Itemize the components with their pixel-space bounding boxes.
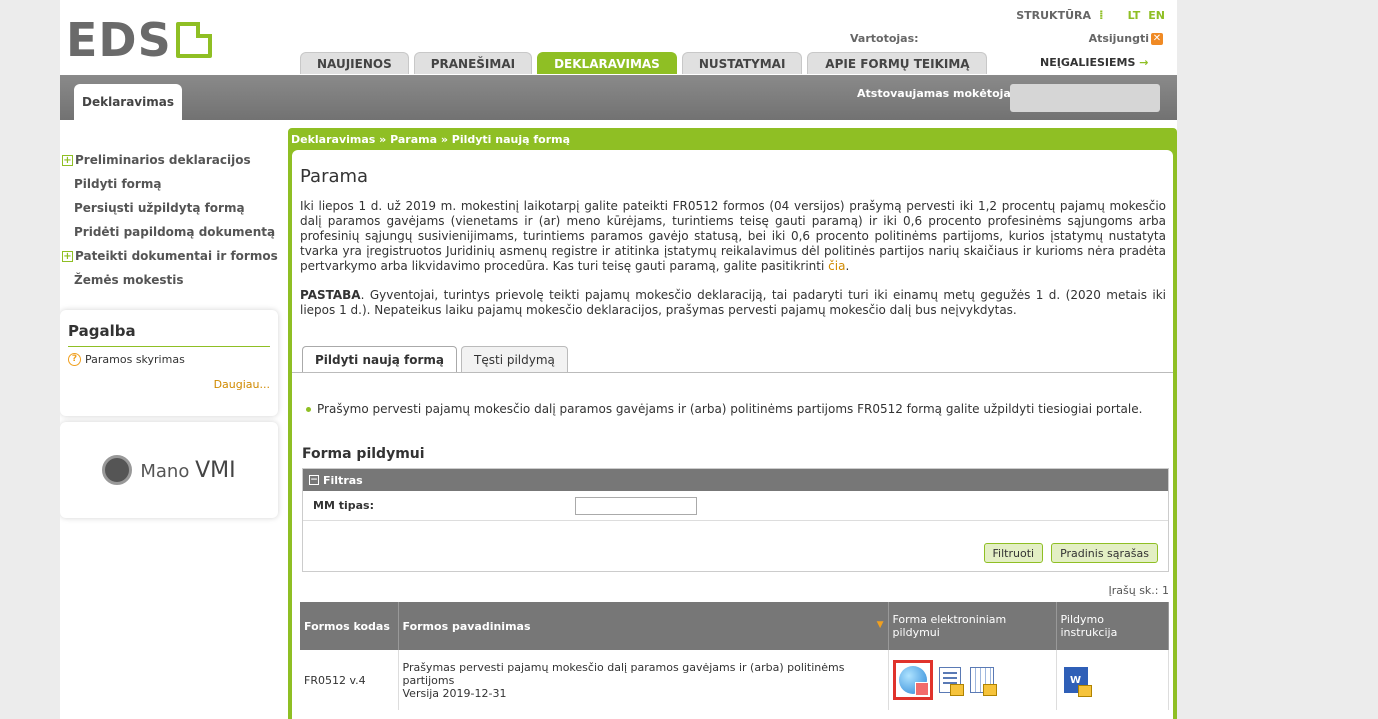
sort-down-icon[interactable]: ▼ (877, 620, 884, 630)
check-link[interactable]: čia (828, 259, 845, 273)
forms-table: Formos kodas Formos pavadinimas ▼ Forma … (300, 602, 1169, 710)
tab-pildyti-nauja-forma[interactable]: Pildyti naują formą (302, 346, 458, 373)
page: EDS STRUKTŪRA ⁞ LT EN Vartotojas: Atsiju… (60, 0, 1177, 719)
tab-divider (292, 372, 1173, 373)
tab-testi-pildyma[interactable]: Tęsti pildymą (461, 346, 568, 372)
eds-logo[interactable]: EDS (66, 13, 212, 67)
sidebar-item-persiusti[interactable]: Persiųsti užpildytą formą (60, 196, 282, 220)
sidebar-menu: + Preliminarios deklaracijos Pildyti for… (60, 148, 282, 292)
accessibility-link[interactable]: NEĮGALIESIEMS → (1040, 56, 1148, 69)
filter-row-mm: MM tipas: (303, 491, 1168, 521)
note-label: PASTABA (300, 288, 361, 302)
sidebar-item-label: Preliminarios deklaracijos (75, 153, 251, 167)
bullet-dot-icon (306, 406, 311, 412)
top-links: STRUKTŪRA ⁞ LT EN (1016, 8, 1165, 22)
note-paragraph: PASTABA. Gyventojai, turintys prievolę t… (300, 288, 1166, 318)
tab-apie-formu-teikima[interactable]: APIE FORMŲ TEIKIMĄ (807, 52, 988, 74)
structure-link[interactable]: STRUKTŪRA (1016, 9, 1091, 22)
filter-buttons: Filtruoti Pradinis sąrašas (983, 543, 1158, 563)
question-icon: ? (68, 353, 81, 366)
logout-label: Atsijungti (1088, 32, 1149, 45)
sidebar-item-prideti[interactable]: Pridėti papildomą dokumentą (60, 220, 282, 244)
structure-icon[interactable]: ⁞ (1099, 8, 1104, 22)
help-link-paramos-skyrimas[interactable]: ? Paramos skyrimas (68, 353, 270, 366)
content-area: Parama Iki liepos 1 d. už 2019 m. mokest… (292, 150, 1173, 719)
vmi-logo-text: Mano VMI (140, 458, 235, 483)
sidebar-item-pildyti[interactable]: Pildyti formą (60, 172, 282, 196)
lang-lt-link[interactable]: LT (1128, 9, 1141, 22)
col-header-electronic: Forma elektroniniam pildymui (888, 602, 1057, 650)
arrow-right-icon: → (1139, 56, 1149, 69)
tab-pranesimai[interactable]: PRANEŠIMAI (413, 52, 533, 74)
accessibility-label: NEĮGALIESIEMS (1040, 56, 1136, 69)
mm-type-label: MM tipas: (313, 499, 374, 512)
col-header-name-label: Formos pavadinimas (402, 619, 531, 633)
tab-nustatymai[interactable]: NUSTATYMAI (681, 52, 803, 74)
cell-electronic-forms (888, 650, 1057, 710)
logo-text: EDS (66, 13, 172, 67)
form-version-text: Versija 2019-12-31 (402, 686, 507, 700)
filter-button[interactable]: Filtruoti (983, 543, 1044, 563)
form-name-text: Prašymas pervesti pajamų mokesčio dalį p… (402, 660, 845, 687)
sidebar-item-label: Pateikti dokumentai ir formos (75, 249, 278, 263)
vmi-avatar-icon (102, 455, 133, 485)
spreadsheet-form-icon[interactable] (967, 665, 997, 696)
logout-link[interactable]: Atsijungti ✕ (1089, 32, 1163, 45)
mano-vmi-banner[interactable]: Mano VMI (60, 422, 278, 518)
breadcrumb: Deklaravimas » Parama » Pildyti naują fo… (291, 133, 571, 146)
user-label: Vartotojas: (850, 32, 919, 45)
main-nav-tabs: NAUJIENOS PRANEŠIMAI DEKLARAVIMAS NUSTAT… (300, 52, 988, 74)
reset-list-button[interactable]: Pradinis sąrašas (1051, 543, 1158, 563)
section-tab-deklaravimas[interactable]: Deklaravimas (74, 84, 182, 120)
tab-naujienos[interactable]: NAUJIENOS (300, 52, 409, 74)
tab-deklaravimas[interactable]: DEKLARAVIMAS (537, 52, 677, 74)
record-count: Įrašų sk.: 1 (1108, 584, 1169, 597)
sidebar-item-zemes-mokestis[interactable]: Žemės mokestis (60, 268, 282, 292)
mm-type-input[interactable] (575, 496, 697, 515)
help-more-link[interactable]: Daugiau... (68, 378, 270, 391)
logo-document-icon (175, 22, 212, 58)
payer-field[interactable] (1010, 84, 1160, 112)
page-title: Parama (300, 166, 369, 187)
intro-paragraph: Iki liepos 1 d. už 2019 m. mokestinį lai… (300, 199, 1166, 274)
help-box: Pagalba ? Paramos skyrimas Daugiau... (60, 310, 278, 416)
edit-form-icon[interactable] (935, 665, 965, 696)
cell-instruction: W (1056, 650, 1169, 710)
main-panel: Deklaravimas » Parama » Pildyti naują fo… (288, 128, 1177, 719)
col-header-code[interactable]: Formos kodas (300, 602, 399, 650)
intro-end: . (845, 259, 850, 273)
bullet-text: Prašymo pervesti pajamų mokesčio dalį pa… (317, 402, 1143, 416)
cell-form-name: Prašymas pervesti pajamų mokesčio dalį p… (398, 650, 889, 710)
col-header-name[interactable]: Formos pavadinimas ▼ (398, 602, 889, 650)
filter-panel: − Filtras MM tipas: Filtruoti Pradinis s… (302, 468, 1169, 572)
highlight-box (892, 660, 933, 700)
user-bar: Vartotojas: Atsijungti ✕ (850, 32, 1163, 45)
collapse-minus-icon[interactable]: − (309, 475, 319, 485)
vmi-prefix: Mano (140, 460, 190, 482)
table-row: FR0512 v.4 Prašymas pervesti pajamų moke… (300, 650, 1169, 710)
form-tabs: Pildyti naują formą Tęsti pildymą (302, 346, 568, 373)
col-header-instruction: Pildymo instrukcija (1056, 602, 1169, 650)
close-icon: ✕ (1151, 32, 1163, 45)
expand-plus-icon[interactable]: + (62, 154, 73, 166)
sidebar-item-preliminarios[interactable]: + Preliminarios deklaracijos (60, 148, 282, 172)
vmi-suffix: VMI (195, 457, 236, 483)
note-text: . Gyventojai, turintys prievolę teikti p… (300, 288, 1166, 317)
filter-header[interactable]: − Filtras (303, 469, 1168, 491)
cell-form-code: FR0512 v.4 (300, 650, 399, 710)
word-document-icon[interactable]: W (1061, 665, 1092, 697)
filter-title: Filtras (323, 473, 363, 487)
fill-online-globe-icon[interactable] (898, 665, 929, 696)
sidebar-item-pateikti[interactable]: + Pateikti dokumentai ir formos (60, 244, 282, 268)
lang-en-link[interactable]: EN (1148, 9, 1165, 22)
section-title: Forma pildymui (302, 446, 425, 462)
help-link-label: Paramos skyrimas (85, 353, 185, 366)
intro-text: Iki liepos 1 d. už 2019 m. mokestinį lai… (300, 199, 1166, 273)
help-title: Pagalba (68, 322, 270, 347)
table-header-row: Formos kodas Formos pavadinimas ▼ Forma … (300, 602, 1169, 650)
expand-plus-icon[interactable]: + (62, 250, 73, 262)
payer-label: Atstovaujamas mokėtojas: (857, 87, 1022, 100)
info-bullet: Prašymo pervesti pajamų mokesčio dalį pa… (306, 402, 1142, 416)
